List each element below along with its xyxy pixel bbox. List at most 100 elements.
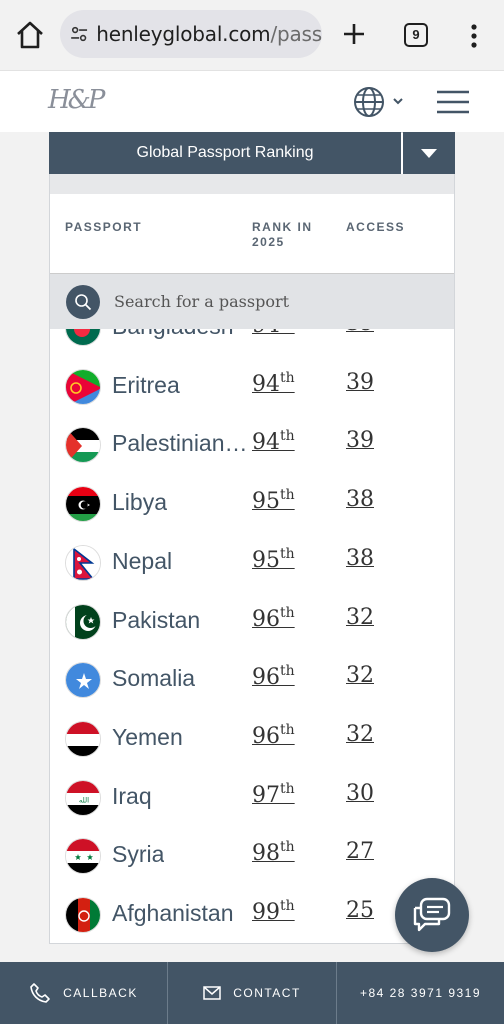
col-header-rank[interactable]: RANK IN 2025 bbox=[252, 220, 313, 250]
pakistan-flag-icon bbox=[65, 603, 101, 640]
rank-link[interactable]: 98th bbox=[252, 839, 295, 866]
country-name[interactable]: Yemen bbox=[112, 724, 183, 751]
table-row[interactable]: Bangladesh 94th 39 bbox=[50, 329, 454, 357]
access-link[interactable]: 39 bbox=[346, 428, 374, 453]
svg-text:الله: الله bbox=[79, 796, 89, 804]
country-name[interactable]: Eritrea bbox=[112, 372, 180, 399]
passport-search[interactable]: Search for a passport bbox=[50, 273, 454, 329]
callback-button[interactable]: CALLBACK bbox=[0, 962, 168, 1024]
country-name[interactable]: Libya bbox=[112, 489, 167, 516]
ranking-dropdown-toggle[interactable] bbox=[403, 132, 455, 174]
rank-value: 95 bbox=[252, 489, 280, 515]
more-options-icon[interactable] bbox=[462, 22, 486, 50]
country-name[interactable]: Afghanistan bbox=[112, 900, 233, 927]
rank-link[interactable]: 97th bbox=[252, 781, 295, 808]
table-row[interactable]: Libya 95th 38 bbox=[50, 475, 454, 533]
table-row[interactable]: Pakistan 96th 32 bbox=[50, 593, 454, 651]
nepal-flag-icon bbox=[65, 544, 101, 581]
chat-button[interactable] bbox=[395, 878, 469, 952]
phone-icon bbox=[30, 983, 50, 1003]
access-link[interactable]: 32 bbox=[346, 605, 374, 630]
country-name[interactable]: Palestinian… bbox=[112, 430, 248, 457]
rank-value: 99 bbox=[252, 900, 280, 925]
access-link[interactable]: 39 bbox=[346, 329, 374, 336]
rank-link[interactable]: 95th bbox=[252, 546, 295, 573]
site-header: H&P bbox=[0, 70, 504, 132]
tab-switcher-button[interactable]: 9 bbox=[404, 23, 428, 47]
rank-link[interactable]: 94th bbox=[252, 428, 295, 455]
contact-button[interactable]: CONTACT bbox=[168, 962, 337, 1024]
rank-link[interactable]: 96th bbox=[252, 605, 295, 632]
rank-suffix: th bbox=[280, 428, 295, 445]
rank-link[interactable]: 96th bbox=[252, 722, 295, 749]
globe-icon bbox=[354, 87, 384, 117]
henley-logo[interactable]: H&P bbox=[48, 85, 105, 115]
chat-icon bbox=[413, 897, 451, 932]
col-header-passport[interactable]: PASSPORT bbox=[65, 220, 142, 235]
access-link[interactable]: 38 bbox=[346, 546, 374, 571]
access-link[interactable]: 25 bbox=[346, 898, 374, 923]
rank-value: 94 bbox=[252, 430, 280, 456]
table-row[interactable]: Somalia 96th 32 bbox=[50, 651, 454, 709]
table-row[interactable]: Palestinian… 94th 39 bbox=[50, 416, 454, 474]
col-header-access[interactable]: ACCESS bbox=[346, 220, 405, 235]
url-text: henleyglobal.com/pass bbox=[96, 22, 322, 46]
divider-strip bbox=[50, 174, 454, 194]
country-name[interactable]: Syria bbox=[112, 841, 164, 868]
libya-flag-icon bbox=[65, 486, 101, 523]
caret-down-icon bbox=[421, 149, 437, 158]
main-content: Global Passport Ranking PASSPORT RANK IN… bbox=[0, 132, 504, 962]
access-link[interactable]: 39 bbox=[346, 370, 374, 395]
search-input[interactable]: Search for a passport bbox=[114, 292, 289, 311]
contact-bar: CALLBACK CONTACT +84 28 3971 9319 bbox=[0, 962, 504, 1024]
access-link[interactable]: 27 bbox=[346, 839, 374, 864]
eritrea-flag-icon bbox=[65, 368, 101, 405]
access-link[interactable]: 32 bbox=[346, 663, 374, 688]
rank-suffix: th bbox=[280, 898, 295, 914]
rank-suffix: th bbox=[280, 839, 295, 856]
access-link[interactable]: 32 bbox=[346, 722, 374, 747]
new-tab-icon[interactable] bbox=[340, 20, 368, 48]
table-row[interactable]: Yemen 96th 32 bbox=[50, 710, 454, 768]
country-name[interactable]: Somalia bbox=[112, 665, 195, 692]
rank-suffix: th bbox=[280, 780, 295, 797]
language-selector[interactable] bbox=[352, 85, 412, 119]
search-icon[interactable] bbox=[66, 284, 100, 319]
rank-value: 97 bbox=[252, 782, 280, 808]
rank-link[interactable]: 95th bbox=[252, 487, 295, 514]
rank-suffix: th bbox=[280, 721, 295, 738]
country-name[interactable]: Nepal bbox=[112, 548, 172, 575]
access-link[interactable]: 30 bbox=[346, 781, 374, 806]
home-icon[interactable] bbox=[14, 18, 46, 52]
phone-number-button[interactable]: +84 28 3971 9319 bbox=[337, 962, 504, 1024]
rank-value: 96 bbox=[252, 665, 280, 691]
rank-link[interactable]: 99th bbox=[252, 898, 295, 925]
access-link[interactable]: 38 bbox=[346, 487, 374, 512]
hamburger-menu-icon[interactable] bbox=[436, 88, 470, 116]
rank-value: 94 bbox=[252, 329, 280, 338]
chevron-down-icon bbox=[393, 98, 403, 105]
table-row[interactable]: Syria 98th 27 bbox=[50, 827, 454, 885]
ranking-dropdown[interactable]: Global Passport Ranking bbox=[49, 132, 401, 174]
table-row[interactable]: Eritrea 94th 39 bbox=[50, 358, 454, 416]
rank-suffix: th bbox=[280, 663, 295, 680]
table-row[interactable]: الله Iraq 97th 30 bbox=[50, 769, 454, 827]
site-settings-icon[interactable] bbox=[68, 20, 90, 48]
afghanistan-flag-icon bbox=[65, 897, 101, 933]
iraq-flag-icon: الله bbox=[65, 779, 101, 816]
country-name[interactable]: Pakistan bbox=[112, 607, 200, 634]
palestine-flag-icon bbox=[65, 427, 101, 464]
table-row[interactable]: Nepal 95th 38 bbox=[50, 534, 454, 592]
envelope-icon bbox=[203, 986, 221, 1000]
address-bar[interactable]: henleyglobal.com/pass bbox=[60, 10, 322, 58]
country-name[interactable]: Iraq bbox=[112, 783, 152, 810]
rank-link[interactable]: 94th bbox=[252, 370, 295, 397]
browser-toolbar: henleyglobal.com/pass 9 bbox=[0, 0, 504, 70]
rank-link[interactable]: 96th bbox=[252, 663, 295, 690]
table-row[interactable]: Afghanistan 99th 25 bbox=[50, 886, 454, 943]
rank-link[interactable]: 94th bbox=[252, 329, 295, 338]
rank-suffix: th bbox=[280, 545, 295, 562]
rank-value: 94 bbox=[252, 371, 280, 397]
syria-flag-icon bbox=[65, 838, 101, 875]
country-name[interactable]: Bangladesh bbox=[112, 329, 234, 340]
